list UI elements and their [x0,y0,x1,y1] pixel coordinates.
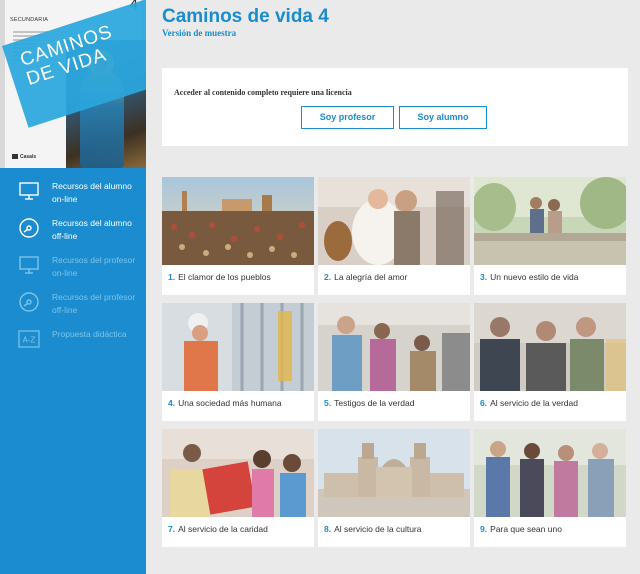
cover-publisher: Casals [12,154,36,160]
unit-number: 4. [168,398,176,408]
unit-number: 9. [480,524,488,534]
unit-title: Al servicio de la caridad [178,524,268,534]
cover-edition: SECUNDARIA [10,17,49,23]
unit-number: 8. [324,524,332,534]
menu-item-teacher-online[interactable]: Recursos del profesor on-line [0,248,146,285]
unit-caption: 3. Un nuevo estilo de vida [480,272,578,282]
menu-item-student-online[interactable]: Recursos del alumno on-line [0,174,146,211]
unit-thumbnail [162,177,314,265]
student-button[interactable]: Soy alumno [399,106,487,129]
unit-thumbnail [318,303,470,391]
monitor-icon [19,256,39,274]
unit-thumbnail [318,429,470,517]
menu-item-label: Propuesta didáctica [52,329,127,339]
unit-number: 1. [168,272,176,282]
unit-caption: 5. Testigos de la verdad [324,398,414,408]
unit-number: 7. [168,524,176,534]
menu-item-didactic-proposal[interactable]: A-Z Propuesta didáctica [0,322,146,359]
unit-thumbnail [474,303,626,391]
license-message: Acceder al contenido completo requiere u… [174,88,352,97]
a-z-icon: A-Z [18,330,40,348]
menu-item-label: Recursos del profesor off-line [52,292,136,315]
unit-number: 5. [324,398,332,408]
monitor-icon [19,182,39,200]
menu-item-teacher-offline[interactable]: Recursos del profesor off-line [0,285,146,322]
unit-caption: 4. Una sociedad más humana [168,398,282,408]
unit-caption: 7. Al servicio de la caridad [168,524,268,534]
unit-card-8[interactable]: 8. Al servicio de la cultura [318,429,470,547]
unit-title: Para que sean uno [490,524,562,534]
unit-thumbnail [162,429,314,517]
unit-card-5[interactable]: 5. Testigos de la verdad [318,303,470,421]
unit-title: Una sociedad más humana [178,398,282,408]
unit-thumbnail [474,429,626,517]
page-subtitle: Versión de muestra [162,28,237,38]
unit-thumbnail [318,177,470,265]
license-panel: Acceder al contenido completo requiere u… [162,68,628,146]
unit-card-7[interactable]: 7. Al servicio de la caridad [162,429,314,547]
unit-caption: 1. El clamor de los pueblos [168,272,271,282]
sidebar: SECUNDARIA 4 CAMINOS DE VIDA Casals Recu… [0,0,146,574]
unit-title: Un nuevo estilo de vida [490,272,579,282]
disc-icon [19,218,39,238]
unit-card-2[interactable]: 2. La alegría del amor [318,177,470,295]
unit-number: 6. [480,398,488,408]
unit-caption: 8. Al servicio de la cultura [324,524,422,534]
unit-title: Al servicio de la cultura [334,524,422,534]
unit-title: Testigos de la verdad [334,398,415,408]
menu-item-label: Recursos del alumno on-line [52,181,132,204]
unit-title: Al servicio de la verdad [490,398,578,408]
unit-card-9[interactable]: 9. Para que sean uno [474,429,626,547]
unit-card-3[interactable]: 3. Un nuevo estilo de vida [474,177,626,295]
unit-number: 3. [480,272,488,282]
svg-text:A-Z: A-Z [23,336,36,345]
unit-title: La alegría del amor [334,272,408,282]
unit-thumbnail [474,177,626,265]
unit-caption: 6. Al servicio de la verdad [480,398,578,408]
unit-caption: 9. Para que sean uno [480,524,562,534]
unit-card-4[interactable]: 4. Una sociedad más humana [162,303,314,421]
page-title: Caminos de vida 4 [162,6,329,27]
disc-icon [19,292,39,312]
unit-card-1[interactable]: 1. El clamor de los pueblos [162,177,314,295]
menu-item-student-offline[interactable]: Recursos del alumno off-line [0,211,146,248]
professor-button[interactable]: Soy profesor [301,106,394,129]
unit-number: 2. [324,272,332,282]
unit-thumbnail [162,303,314,391]
menu-item-label: Recursos del profesor on-line [52,255,136,278]
menu-item-label: Recursos del alumno off-line [52,218,132,241]
book-cover: SECUNDARIA 4 CAMINOS DE VIDA Casals [0,0,146,168]
unit-card-6[interactable]: 6. Al servicio de la verdad [474,303,626,421]
resource-menu: Recursos del alumno on-line Recursos del… [0,174,146,359]
unit-caption: 2. La alegría del amor [324,272,407,282]
unit-title: El clamor de los pueblos [178,272,271,282]
